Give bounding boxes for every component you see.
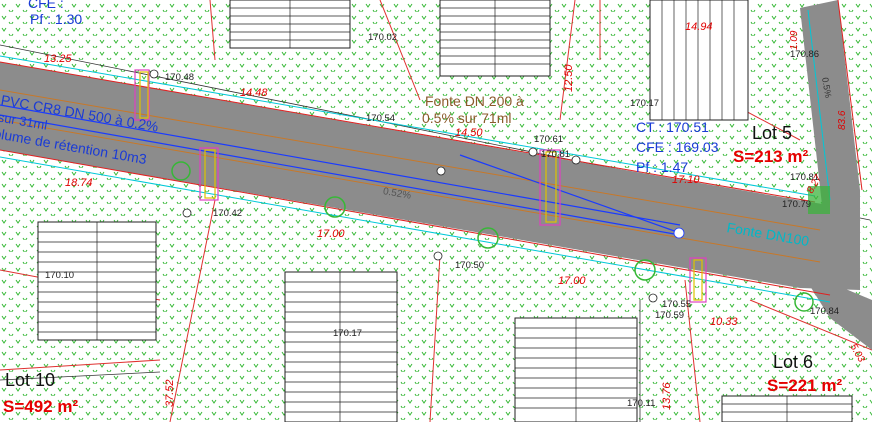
fonte200-label-b: 0.5% sur 71ml	[422, 110, 511, 126]
manhole-pf: Pf : 1.47	[636, 159, 688, 175]
dimension-vertical: 13.76	[661, 382, 673, 410]
building-center	[284, 271, 398, 422]
spot-level: 170.61	[534, 134, 563, 145]
dimension: 17.00	[317, 228, 345, 240]
dimension: 14.48	[240, 87, 268, 99]
dimension: 17.10	[672, 174, 700, 186]
spot-level: 170.50	[455, 260, 484, 271]
dimension-vertical: 12.50	[563, 64, 575, 92]
fonte200-label-a: Fonte DN 200 à	[425, 93, 524, 109]
dimension: 14.94	[685, 21, 713, 33]
spot-level: 170.17	[630, 98, 659, 109]
dimension: 17.00	[558, 275, 586, 287]
manhole-cfe: CFE : 169.03	[636, 139, 719, 155]
spot-level: 170.84	[810, 306, 839, 317]
top-left-pf: Pf : 1.30	[30, 11, 82, 27]
dimension: 10.33	[710, 316, 738, 328]
site-plan-drawing: Lot 5 S=213 m² Lot 6 S=221 m² Lot 10 S=4…	[0, 0, 872, 422]
lot6-name: Lot 6	[773, 352, 813, 372]
spot-level: 170.02	[368, 32, 397, 43]
spot-level: 170.81	[541, 149, 570, 160]
spot-level: 170.10	[45, 270, 74, 281]
spot-level: 170.17	[333, 328, 362, 339]
spot-level: 170.55	[662, 299, 691, 310]
spot-level: 170.42	[213, 208, 242, 219]
lot5-name: Lot 5	[752, 123, 792, 143]
dimension: 18.74	[65, 177, 93, 189]
building-top-right	[649, 0, 749, 121]
lot10-area: S=492 m²	[3, 397, 78, 416]
spot-level: 170.54	[366, 113, 395, 124]
manhole-ct: CT : 170.51	[636, 119, 709, 135]
spot-level: 170.79	[782, 199, 811, 210]
lot5-area: S=213 m²	[733, 147, 808, 166]
spot-level: 170.48	[165, 72, 194, 83]
lot6-area: S=221 m²	[767, 376, 842, 395]
dimension-vertical: 83.6	[837, 110, 848, 130]
spot-level: 170.59	[655, 310, 684, 321]
dimension-vertical: 37.52	[164, 379, 176, 407]
spot-level: 170.11	[627, 398, 655, 409]
dimension: 14.50	[455, 127, 483, 139]
dimension: 13.25	[44, 53, 72, 65]
lot10-name: Lot 10	[5, 370, 55, 390]
top-left-cfe: CFE :	[28, 0, 64, 11]
cad-plan-canvas[interactable]: Lot 5 S=213 m² Lot 6 S=221 m² Lot 10 S=4…	[0, 0, 872, 422]
dimension-vertical: 1.09	[789, 30, 800, 50]
